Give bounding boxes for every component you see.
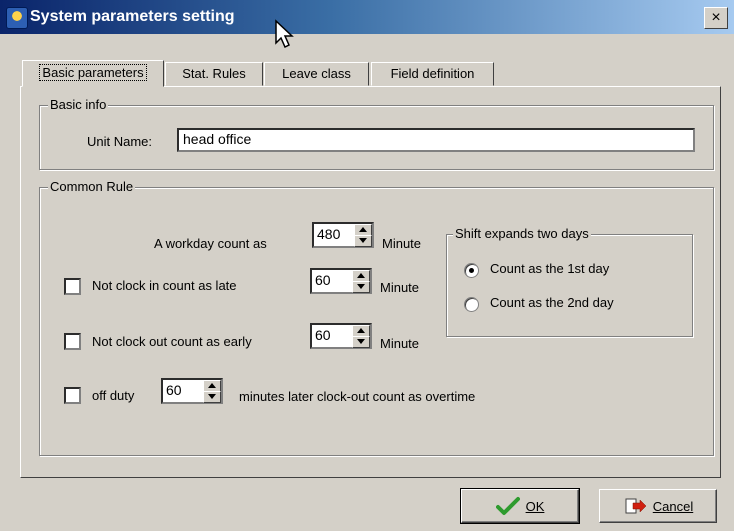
radio-label: Count as the 2nd day bbox=[490, 295, 614, 310]
unit-name-input[interactable]: head office bbox=[177, 128, 695, 152]
tab-label: Leave class bbox=[282, 66, 351, 81]
tab-label: Field definition bbox=[390, 66, 475, 81]
workday-label: A workday count as bbox=[154, 236, 267, 251]
app-icon bbox=[6, 7, 28, 29]
spinner-buttons bbox=[352, 325, 370, 348]
early-unit: Minute bbox=[380, 336, 420, 351]
shift-label: Shift expands two days bbox=[453, 226, 591, 241]
mouse-cursor-icon bbox=[275, 19, 294, 49]
tab-basic-parameters[interactable]: Basic parameters bbox=[22, 60, 164, 87]
spinner-buttons bbox=[203, 380, 221, 403]
cancel-button[interactable]: Cancel bbox=[599, 489, 717, 523]
early-spinner[interactable]: 60 bbox=[310, 323, 372, 349]
shift-option-second[interactable]: Count as the 2nd day bbox=[464, 295, 664, 313]
common-rule-label: Common Rule bbox=[48, 179, 136, 194]
shift-option-first[interactable]: Count as the 1st day bbox=[464, 261, 664, 279]
early-label: Not clock out count as early bbox=[92, 334, 252, 349]
radio-label: Count as the 1st day bbox=[490, 261, 610, 276]
tab-field-definition[interactable]: Field definition bbox=[371, 62, 494, 86]
workday-value: 480 bbox=[317, 226, 341, 242]
radio-icon bbox=[464, 297, 479, 312]
late-unit: Minute bbox=[380, 280, 420, 295]
checkmark-icon bbox=[495, 497, 520, 515]
late-checkbox[interactable] bbox=[64, 278, 81, 295]
tab-panel: Basic info Unit Name: head office Common… bbox=[20, 86, 721, 478]
spin-down-button[interactable] bbox=[352, 336, 370, 348]
late-spinner[interactable]: 60 bbox=[310, 268, 372, 294]
cancel-icon bbox=[625, 498, 647, 514]
overtime-checkbox[interactable] bbox=[64, 387, 81, 404]
tab-stat-rules[interactable]: Stat. Rules bbox=[165, 62, 263, 86]
close-icon: × bbox=[711, 9, 721, 26]
late-value: 60 bbox=[315, 272, 331, 288]
window-title: System parameters setting bbox=[30, 8, 235, 25]
spin-down-button[interactable] bbox=[354, 235, 372, 247]
spin-down-button[interactable] bbox=[203, 391, 221, 403]
workday-spinner[interactable]: 480 bbox=[312, 222, 374, 248]
cancel-label: Cancel bbox=[652, 498, 694, 514]
tab-leave-class[interactable]: Leave class bbox=[264, 62, 369, 86]
overtime-suffix: minutes later clock-out count as overtim… bbox=[239, 389, 476, 404]
early-value: 60 bbox=[315, 327, 331, 343]
shift-group: Shift expands two days Count as the 1st … bbox=[446, 226, 693, 337]
basic-info-label: Basic info bbox=[48, 97, 109, 112]
overtime-value: 60 bbox=[166, 382, 182, 398]
tab-label: Stat. Rules bbox=[182, 66, 246, 81]
early-checkbox[interactable] bbox=[64, 333, 81, 350]
titlebar[interactable]: System parameters setting × bbox=[0, 0, 734, 49]
common-rule-group: Common Rule A workday count as 480 Minut… bbox=[39, 179, 714, 456]
overtime-label: off duty bbox=[92, 388, 135, 403]
unit-name-value: head office bbox=[183, 131, 252, 147]
close-button[interactable]: × bbox=[704, 7, 728, 29]
spin-down-button[interactable] bbox=[352, 281, 370, 293]
radio-icon bbox=[464, 263, 479, 278]
unit-name-label: Unit Name: bbox=[87, 134, 153, 149]
overtime-spinner[interactable]: 60 bbox=[161, 378, 223, 404]
spinner-buttons bbox=[354, 224, 372, 247]
late-label: Not clock in count as late bbox=[92, 278, 237, 293]
workday-unit: Minute bbox=[382, 236, 422, 251]
spinner-buttons bbox=[352, 270, 370, 293]
ok-label: OK bbox=[525, 498, 545, 514]
ok-button[interactable]: OK bbox=[460, 488, 580, 524]
basic-info-group: Basic info Unit Name: head office bbox=[39, 97, 714, 170]
tab-label: Basic parameters bbox=[39, 64, 147, 81]
